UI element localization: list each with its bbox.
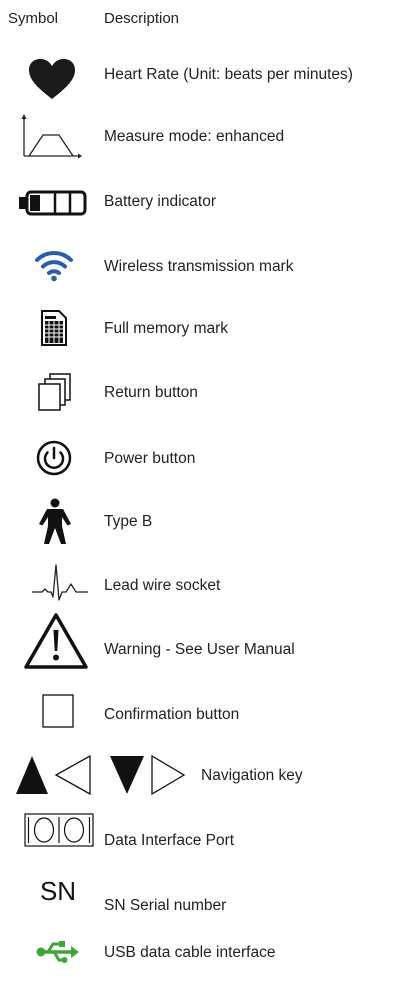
type-b-body-icon [38,498,72,546]
symbol-description: Confirmation button [104,706,240,723]
symbol-description: USB data cable interface [104,944,276,961]
heart-icon [28,58,76,100]
usb-icon [36,940,80,964]
symbol-description: Lead wire socket [104,577,221,594]
data-port-icon [24,813,94,847]
warning-icon [24,612,88,670]
memory-card-icon [40,309,68,347]
ecg-wave-icon [30,562,90,602]
symbol-description: Return button [104,384,198,401]
symbol-description: Navigation key [201,767,303,784]
return-icon [36,372,72,412]
measure-mode-icon [20,112,82,160]
square-icon [42,694,74,728]
battery-icon [18,190,88,216]
symbol-description: Power button [104,450,196,467]
symbol-description: Wireless transmission mark [104,258,294,275]
wireless-icon [34,248,74,282]
symbol-description: Data Interface Port [104,832,235,849]
symbol-description: Full memory mark [104,320,229,337]
symbol-description: Heart Rate (Unit: beats per minutes) [104,66,353,83]
symbol-description: Battery indicator [104,193,216,210]
column-header-description: Description [104,10,180,27]
symbol-description: Warning - See User Manual [104,641,295,658]
symbol-description: SN Serial number [104,897,227,914]
symbol-description: Measure mode: enhanced [104,128,285,145]
column-header-symbol: Symbol [8,10,59,27]
sn-glyph: SN [39,876,77,906]
navigation-arrows-icon [14,752,186,796]
sn-icon: SN [34,876,82,906]
power-icon [36,440,72,476]
symbol-description: Type B [104,513,153,530]
